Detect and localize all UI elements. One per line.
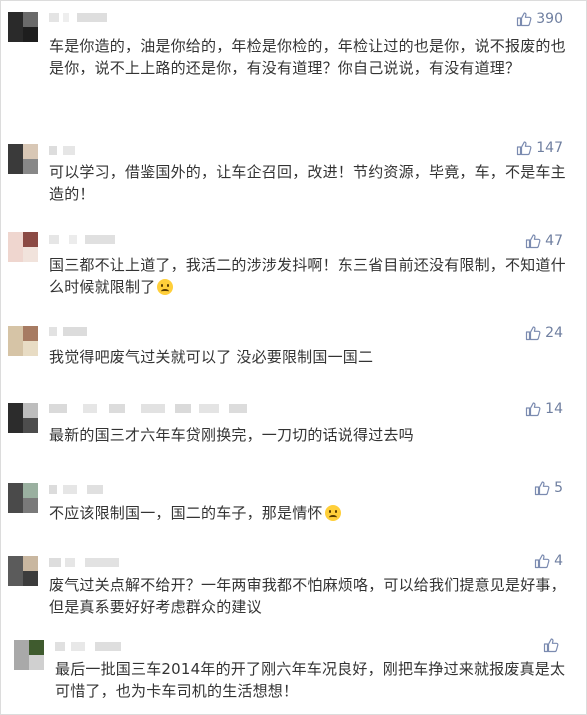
thumbs-up-icon xyxy=(517,141,532,156)
comment-text: 可以学习，借鉴国外的，让车企召回，改进！节约资源，毕竟，车，不是车主造的！ xyxy=(49,163,566,203)
username[interactable] xyxy=(49,13,119,22)
comment-text-body: 国三都不让上道了，我活二的涉涉发抖啊！东三省目前还没有限制，不知道什么时候就限制… xyxy=(49,256,566,296)
thumbs-up-icon xyxy=(526,234,541,249)
like-button[interactable]: 4 xyxy=(534,552,563,570)
like-count: 4 xyxy=(554,553,563,569)
like-count: 147 xyxy=(536,140,563,156)
thumbs-up-icon xyxy=(543,638,559,653)
username[interactable] xyxy=(49,235,139,244)
username[interactable] xyxy=(49,146,119,155)
like-count: 47 xyxy=(545,233,563,249)
avatar[interactable] xyxy=(8,12,38,42)
username[interactable] xyxy=(49,558,159,567)
like-count: 390 xyxy=(536,11,563,27)
comment-text: 国三都不让上道了，我活二的涉涉发抖啊！东三省目前还没有限制，不知道什么时候就限制… xyxy=(49,254,569,298)
username[interactable] xyxy=(49,485,139,494)
thumbs-up-icon xyxy=(534,481,550,496)
username[interactable] xyxy=(49,327,119,336)
avatar[interactable] xyxy=(8,556,38,586)
avatar[interactable] xyxy=(14,640,44,670)
thumbs-up-icon xyxy=(517,12,532,27)
avatar[interactable] xyxy=(8,483,38,513)
username[interactable] xyxy=(49,404,269,413)
thumbs-up-icon xyxy=(526,326,541,341)
comment-text-body: 不应该限制国一，国二的车子，那是情怀 xyxy=(49,504,323,522)
like-button[interactable]: 5 xyxy=(534,479,563,497)
comment-text: 我觉得吧废气过关就可以了 没必要限制国一国二 xyxy=(49,348,374,366)
avatar[interactable] xyxy=(8,144,38,174)
comment-text: 车是你造的，油是你给的，年检是你检的，年检让过的也是你，说不报废的也是你，说不上… xyxy=(49,37,566,77)
like-count: 24 xyxy=(545,325,563,341)
like-button[interactable]: 14 xyxy=(525,400,563,418)
smile-emoji-icon xyxy=(324,505,341,521)
comment-text: 不应该限制国一，国二的车子，那是情怀 xyxy=(49,502,569,524)
username[interactable] xyxy=(55,642,165,651)
like-count: 14 xyxy=(545,401,563,417)
like-button[interactable]: 47 xyxy=(525,232,563,250)
avatar[interactable] xyxy=(8,326,38,356)
comment-text: 废气过关点解不给开？一年两审我都不怕麻烦咯，可以给我们提意见是好事，但是真系要好… xyxy=(49,576,566,616)
like-count: 5 xyxy=(554,480,563,496)
like-button[interactable] xyxy=(543,636,563,654)
thumbs-up-icon xyxy=(526,402,541,417)
like-button[interactable]: 24 xyxy=(525,324,563,342)
like-button[interactable]: 390 xyxy=(516,10,563,28)
like-button[interactable]: 147 xyxy=(516,139,563,157)
crying-emoji-icon xyxy=(157,279,174,295)
thumbs-up-icon xyxy=(534,554,550,569)
comment-text: 最新的国三才六年车贷刚换完，一刀切的话说得过去吗 xyxy=(49,426,414,444)
avatar[interactable] xyxy=(8,403,38,433)
avatar[interactable] xyxy=(8,232,38,262)
comment-text: 最后一批国三车2014年的开了刚六年车况良好，刚把车挣过来就报废真是太可惜了，也… xyxy=(55,660,566,700)
